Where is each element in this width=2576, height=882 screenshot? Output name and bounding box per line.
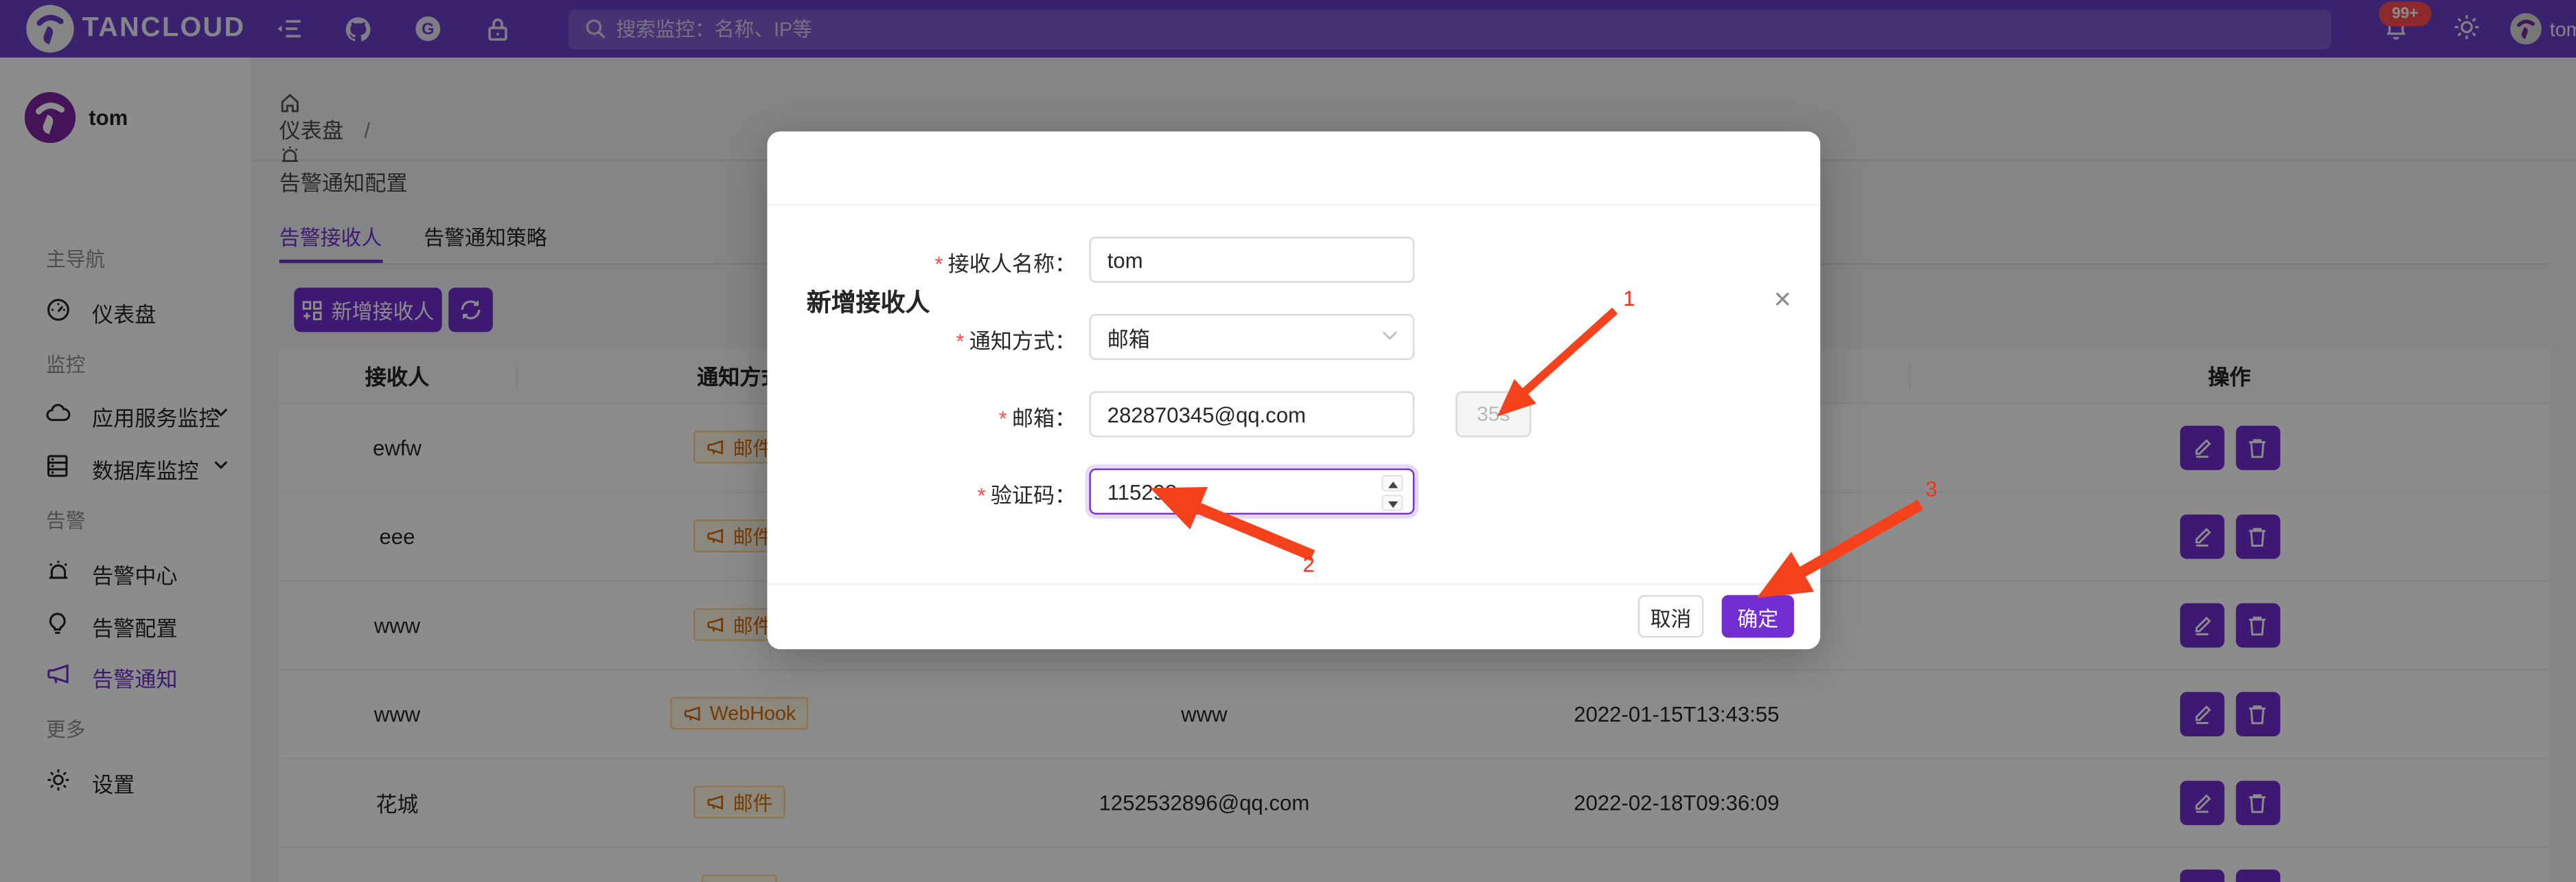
send-code-countdown-button[interactable]: 35s — [1456, 392, 1531, 438]
chevron-down-icon — [1381, 330, 1398, 342]
modal-footer-divider — [767, 583, 1820, 585]
field-row-email: *邮箱： 282870345@qq.com 35s — [767, 392, 1820, 438]
verify-code-input[interactable]: 115298 — [1089, 468, 1414, 514]
field-row-code: *验证码： 115298 — [767, 468, 1820, 514]
notify-type-select[interactable]: 邮箱 — [1089, 314, 1414, 360]
app-canvas: TANCLOUD G 搜索监控：名称、IP等 99+ tom — [0, 0, 2576, 882]
modal-header-divider — [767, 204, 1820, 205]
step-down-icon — [1381, 495, 1403, 511]
number-stepper[interactable] — [1381, 475, 1403, 512]
cancel-button[interactable]: 取消 — [1638, 595, 1704, 637]
receiver-name-input[interactable]: tom — [1089, 237, 1414, 283]
confirm-button[interactable]: 确定 — [1722, 595, 1794, 637]
field-row-name: *接收人名称： tom — [767, 237, 1820, 283]
email-label: *邮箱： — [999, 401, 1077, 432]
email-input[interactable]: 282870345@qq.com — [1089, 392, 1414, 438]
receiver-name-label: *接收人名称： — [934, 247, 1076, 278]
add-receiver-modal: 新增接收人 ✕ *接收人名称： tom *通知方式： 邮箱 *邮箱： 28287… — [767, 131, 1820, 649]
step-up-icon — [1381, 475, 1403, 492]
close-icon[interactable]: ✕ — [1766, 283, 1799, 316]
notify-type-label: *通知方式： — [956, 324, 1076, 354]
verify-code-label: *验证码： — [978, 478, 1077, 509]
field-row-type: *通知方式： 邮箱 — [767, 314, 1820, 360]
